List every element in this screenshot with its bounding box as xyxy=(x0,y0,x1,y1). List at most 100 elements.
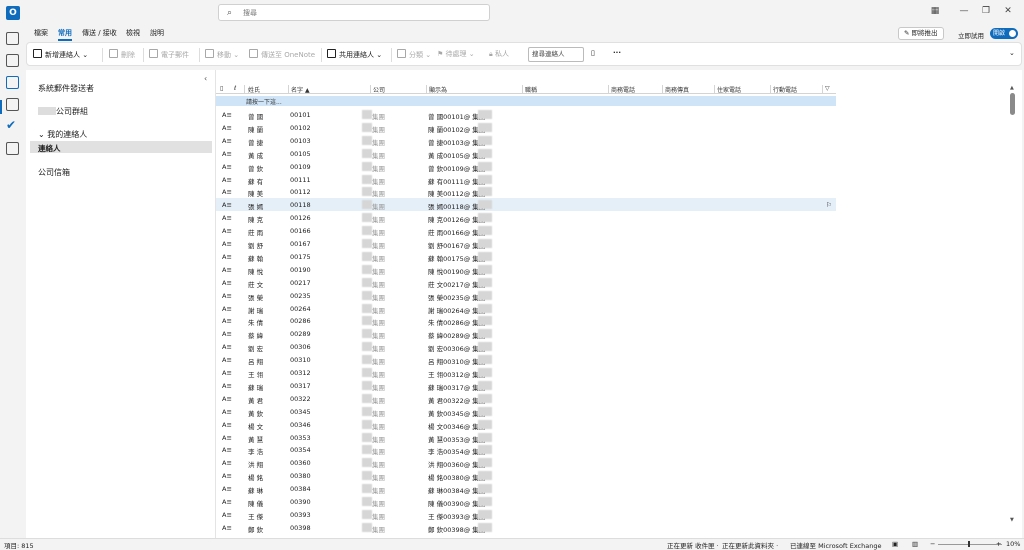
table-row[interactable]: A≡ 曾 國 00101 集團 曾 國00101@ 集團 xyxy=(216,108,836,121)
delete-button[interactable]: 刪除 xyxy=(109,49,135,60)
scroll-down-icon[interactable]: ▼ xyxy=(1010,517,1014,523)
header-mobile-phone[interactable]: 行動電話 xyxy=(773,85,797,94)
flag-icon[interactable]: ⚐ xyxy=(826,201,832,209)
table-row[interactable]: A≡ 曾 欽 00109 集團 曾 欽00109@ 集團 xyxy=(216,160,836,173)
table-row[interactable]: A≡ 王 翎 00312 集團 王 翎00312@ 集團 xyxy=(216,366,836,379)
header-home-phone[interactable]: 住家電話 xyxy=(717,85,741,94)
header-business-fax[interactable]: 商務傳真 xyxy=(665,85,689,94)
email-button[interactable]: 電子郵件 xyxy=(149,49,189,60)
cell-last-name: 黃 欽 xyxy=(248,409,264,418)
apps-nav-icon[interactable] xyxy=(6,142,19,155)
move-button[interactable]: 移動 ⌄ xyxy=(205,49,239,60)
cell-last-name: 劉 宏 xyxy=(248,345,264,354)
vertical-scrollbar[interactable]: ▲ ▼ xyxy=(1010,85,1016,525)
table-row[interactable]: A≡ 蘇 翰 00175 集團 蘇 翰00175@ 集團 xyxy=(216,250,836,263)
more-button[interactable]: ··· xyxy=(613,49,621,57)
zoom-out-icon[interactable]: − xyxy=(930,540,935,548)
table-row[interactable]: A≡ 張 嫣 00118 集團 張 嫣00118@ 集團 ⚐ xyxy=(216,198,836,211)
table-row[interactable]: A≡ 楊 文 00346 集團 楊 文00346@ 集團 xyxy=(216,418,836,431)
table-row[interactable]: A≡ 陳 悅 00190 集團 陳 悅00190@ 集團 xyxy=(216,263,836,276)
table-row[interactable]: A≡ 陳 蘭 00102 集團 陳 蘭00102@ 集團 xyxy=(216,121,836,134)
table-row[interactable]: A≡ 李 浩 00354 集團 李 浩00354@ 集團 xyxy=(216,443,836,456)
table-row[interactable]: A≡ 蘇 琳 00384 集團 蘇 琳00384@ 集團 xyxy=(216,482,836,495)
new-contact-row[interactable]: 請按一下這... xyxy=(216,96,836,106)
folder-suggested[interactable]: 系統郵件發送者 xyxy=(38,83,94,94)
table-row[interactable]: A≡ 黃 成 00105 集團 黃 成00105@ 集團 xyxy=(216,147,836,160)
search-box[interactable]: ⌕ xyxy=(218,4,490,21)
header-first-name[interactable]: 名字 ▲ xyxy=(291,85,310,94)
header-company[interactable]: 公司 xyxy=(373,85,385,94)
table-row[interactable]: A≡ 陳 儀 00390 集團 陳 儀00390@ 集團 xyxy=(216,495,836,508)
cell-company: 集團 xyxy=(372,190,385,199)
folder-company-mailbox[interactable]: 公司信箱 xyxy=(38,167,70,178)
menu-send-receive[interactable]: 傳送 / 接收 xyxy=(82,28,117,38)
table-row[interactable]: A≡ 莊 文 00217 集團 莊 文00217@ 集團 xyxy=(216,276,836,289)
table-row[interactable]: A≡ 楊 銘 00380 集團 楊 銘00380@ 集團 xyxy=(216,469,836,482)
search-people-input[interactable]: 搜尋連絡人 xyxy=(528,47,584,62)
table-row[interactable]: A≡ 洪 翔 00360 集團 洪 翔00360@ 集團 xyxy=(216,456,836,469)
share-contacts-button[interactable]: 共用連絡人 ⌄ xyxy=(327,49,382,60)
header-last-name[interactable]: 姓氏 xyxy=(248,85,260,94)
table-row[interactable]: A≡ 蘇 有 00111 集團 蘇 有00111@ 集團 xyxy=(216,173,836,186)
table-row[interactable]: A≡ 蘇 瑞 00317 集團 蘇 瑞00317@ 集團 xyxy=(216,379,836,392)
menu-home[interactable]: 常用 xyxy=(58,28,72,41)
search-input[interactable] xyxy=(243,7,483,19)
table-row[interactable]: A≡ 黃 君 00322 集團 黃 君00322@ 集團 xyxy=(216,392,836,405)
minimize-icon[interactable]: — xyxy=(954,6,974,16)
close-icon[interactable]: ✕ xyxy=(998,6,1018,16)
calendar-nav-icon[interactable] xyxy=(6,54,19,67)
header-business-phone[interactable]: 商務電話 xyxy=(611,85,635,94)
table-row[interactable]: A≡ 劉 舒 00167 集團 劉 舒00167@ 集團 xyxy=(216,237,836,250)
todo-check-icon[interactable]: ✔ xyxy=(6,118,16,132)
private-button[interactable]: 🔒︎ 私人 xyxy=(489,49,509,59)
scrollbar-thumb[interactable] xyxy=(1010,93,1015,115)
onenote-button[interactable]: 傳送至 OneNote xyxy=(249,49,315,60)
folder-my-contacts[interactable]: ⌄ 我的連絡人 xyxy=(38,129,87,140)
reading-view-icon[interactable]: ▥ xyxy=(912,540,918,548)
table-row[interactable]: A≡ 蔡 緯 00289 集團 蔡 緯00289@ 集團 xyxy=(216,327,836,340)
mail-nav-icon[interactable] xyxy=(6,32,19,45)
table-row[interactable]: A≡ 王 傑 00393 集團 王 傑00393@ 集團 xyxy=(216,508,836,521)
table-row[interactable]: A≡ 陳 克 00126 集團 陳 克00126@ 集團 xyxy=(216,211,836,224)
table-row[interactable]: A≡ 謝 瑞 00264 集團 謝 瑞00264@ 集團 xyxy=(216,302,836,315)
coming-soon-button[interactable]: ✎ 即將推出 xyxy=(898,27,944,40)
cell-company: 集團 xyxy=(372,396,385,405)
zoom-in-icon[interactable]: + xyxy=(996,540,1001,548)
menu-view[interactable]: 檢視 xyxy=(126,28,140,38)
filter-icon[interactable]: ▽ xyxy=(825,85,830,92)
menu-file[interactable]: 檔案 xyxy=(34,28,48,38)
new-contact-button[interactable]: 新增連絡人 ⌄ xyxy=(33,49,88,60)
table-row[interactable]: A≡ 陳 美 00112 集團 陳 美00112@ 集團 xyxy=(216,185,836,198)
tasks-nav-icon[interactable] xyxy=(6,98,19,111)
table-row[interactable]: A≡ 黃 慧 00353 集團 黃 慧00353@ 集團 xyxy=(216,431,836,444)
people-nav-icon[interactable] xyxy=(6,76,19,89)
table-row[interactable]: A≡ 劉 宏 00306 集團 劉 宏00306@ 集團 xyxy=(216,340,836,353)
zoom-slider-thumb[interactable] xyxy=(968,541,970,547)
folder-contacts[interactable]: 連絡人 xyxy=(38,143,61,154)
zoom-slider[interactable] xyxy=(938,544,1002,545)
folder-company-group[interactable]: 公司群組 xyxy=(38,106,88,117)
table-row[interactable]: A≡ 呂 翔 00310 集團 呂 翔00310@ 集團 xyxy=(216,353,836,366)
table-row[interactable]: A≡ 鄭 欽 00398 集團 鄭 欽00398@ 集團 xyxy=(216,521,836,534)
grid-icon[interactable]: ▦ xyxy=(925,6,945,16)
header-icon-col[interactable]: ▯ xyxy=(220,85,223,92)
menu-help[interactable]: 說明 xyxy=(150,28,164,38)
header-job-title[interactable]: 職稱 xyxy=(525,85,537,94)
normal-view-icon[interactable]: ▣ xyxy=(892,540,898,548)
categorize-button[interactable]: 分類 ⌄ xyxy=(397,49,431,60)
header-display-as[interactable]: 顯示為 xyxy=(429,85,447,94)
restore-icon[interactable]: ❐ xyxy=(976,6,996,16)
follow-up-button[interactable]: ⚑ 待處理 ⌄ xyxy=(437,49,475,59)
address-book-icon[interactable]: ▯ xyxy=(591,49,595,57)
collapse-pane-icon[interactable]: ‹ xyxy=(204,74,207,83)
table-row[interactable]: A≡ 黃 欽 00345 集團 黃 欽00345@ 集團 xyxy=(216,405,836,418)
scroll-up-icon[interactable]: ▲ xyxy=(1010,85,1014,91)
table-row[interactable]: A≡ 朱 倩 00286 集團 朱 倩00286@ 集團 xyxy=(216,314,836,327)
redacted-block xyxy=(362,135,372,145)
try-now-toggle[interactable]: 開啟 xyxy=(990,28,1018,39)
table-row[interactable]: A≡ 莊 雨 00166 集團 莊 雨00166@ 集團 xyxy=(216,224,836,237)
ribbon-expand-icon[interactable]: ⌄ xyxy=(1009,49,1015,57)
header-attachment-col[interactable]: ℓ xyxy=(234,85,236,92)
table-row[interactable]: A≡ 曾 捷 00103 集團 曾 捷00103@ 集團 xyxy=(216,134,836,147)
table-row[interactable]: A≡ 張 榮 00235 集團 張 榮00235@ 集團 xyxy=(216,289,836,302)
